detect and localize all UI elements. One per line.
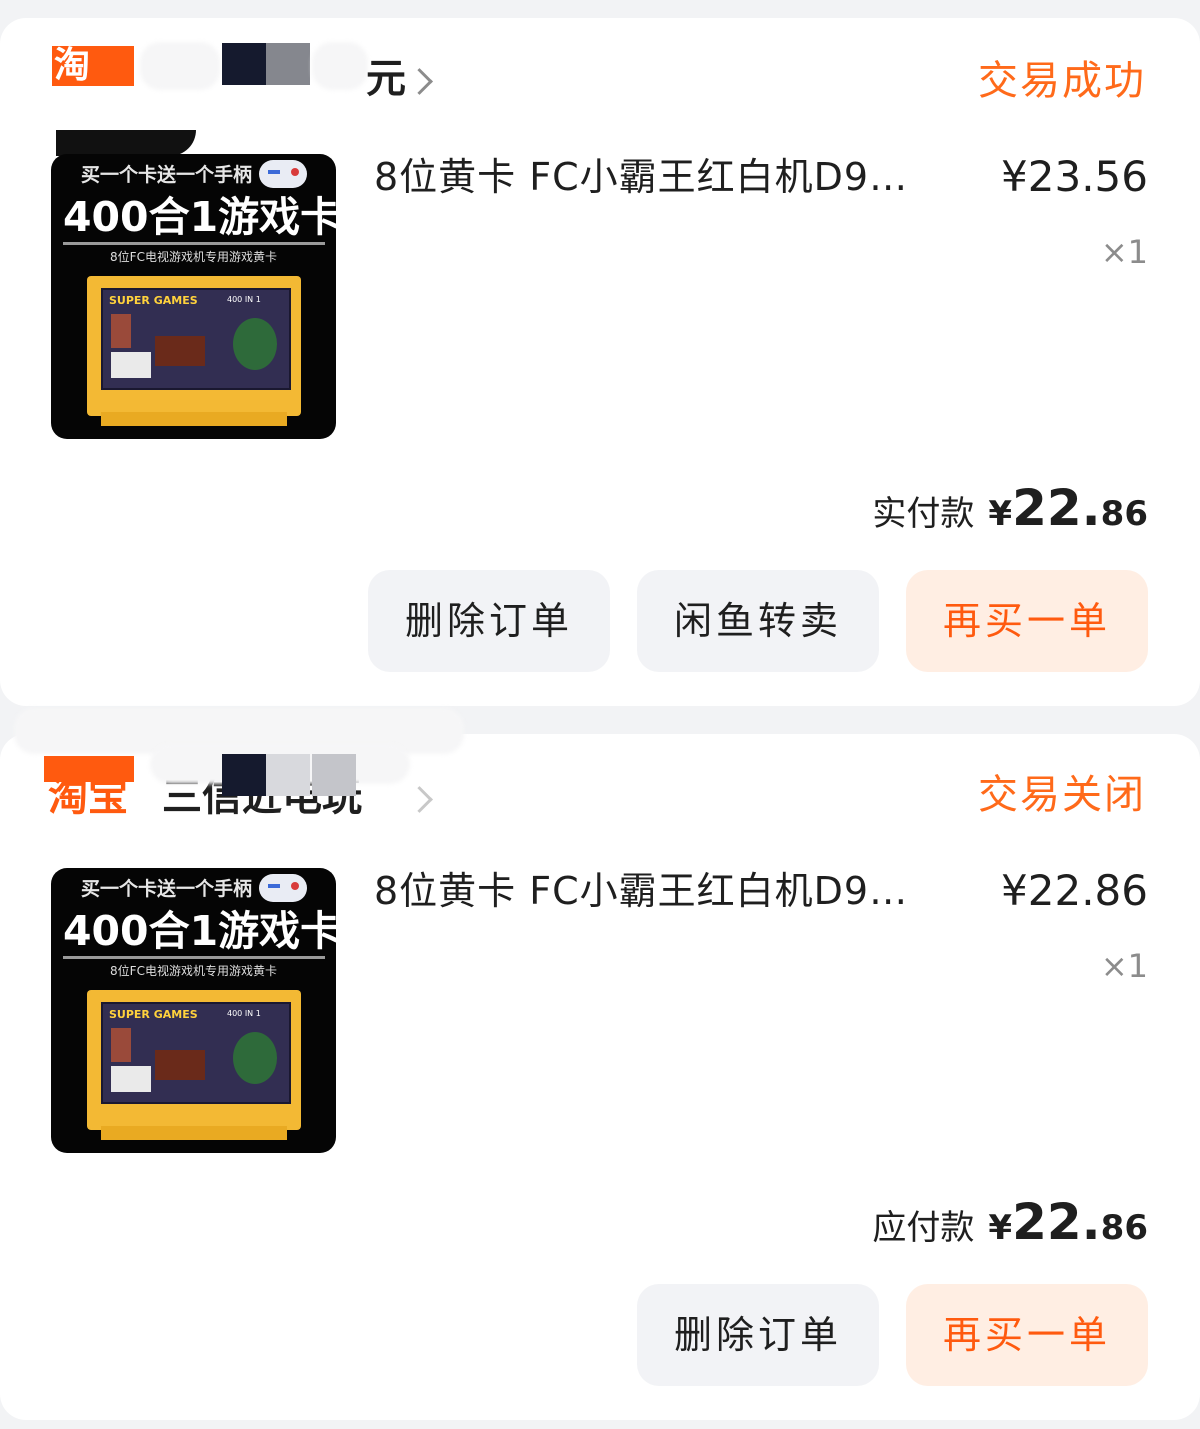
payment-summary: 应付款 ¥22.86: [872, 1192, 1148, 1264]
blurred-region: [266, 43, 310, 85]
cartridge-subtitle: 400 IN 1: [227, 1009, 261, 1018]
payment-amount-integer: 22.: [1012, 479, 1101, 537]
payment-amount-integer: 22.: [1012, 1193, 1101, 1251]
product-title[interactable]: 8位黄卡 FC小霸王红白机D9…: [374, 866, 908, 916]
product-image[interactable]: 买一个卡送一个手柄 400合1游戏卡 8位FC电视游戏机专用游戏黄卡 SUPER…: [51, 154, 336, 439]
blurred-region: [44, 756, 134, 782]
cartridge-art: [155, 336, 205, 366]
payment-currency: ¥: [988, 1208, 1013, 1248]
shop-logo[interactable]: 淘: [52, 46, 134, 86]
cartridge-art: [111, 1028, 131, 1062]
chevron-right-icon[interactable]: [406, 786, 433, 813]
order-card: 淘 元 交易成功 买一个卡送一个手柄 400合1游戏卡 8位FC电视游戏机专用游…: [0, 18, 1200, 706]
delete-order-button[interactable]: 删除订单: [368, 570, 610, 672]
shop-name[interactable]: 元: [366, 54, 406, 104]
cartridge-label: SUPER GAMES 400 IN 1: [101, 288, 291, 390]
cartridge-art: [111, 1066, 151, 1092]
buy-again-button[interactable]: 再买一单: [906, 1284, 1148, 1386]
payment-currency: ¥: [988, 494, 1013, 534]
game-cartridge: SUPER GAMES 400 IN 1: [87, 990, 301, 1140]
product-promo-text: 买一个卡送一个手柄: [81, 878, 253, 900]
payment-label: 实付款: [872, 494, 975, 534]
product-title[interactable]: 8位黄卡 FC小霸王红白机D9…: [374, 152, 908, 202]
product-promo-text: 买一个卡送一个手柄: [81, 164, 253, 186]
blurred-region: [222, 754, 266, 796]
blurred-region: [266, 754, 310, 796]
buy-again-button[interactable]: 再买一单: [906, 570, 1148, 672]
game-cartridge: SUPER GAMES 400 IN 1: [87, 276, 301, 426]
cartridge-title: SUPER GAMES: [109, 294, 198, 307]
cartridge-art: [155, 1050, 205, 1080]
blurred-region: [312, 42, 368, 90]
product-subline: 8位FC电视游戏机专用游戏黄卡: [110, 964, 277, 978]
cartridge-art: [111, 314, 131, 348]
gamepad-icon: [259, 160, 307, 188]
product-image[interactable]: 买一个卡送一个手柄 400合1游戏卡 8位FC电视游戏机专用游戏黄卡 SUPER…: [51, 868, 336, 1153]
payment-amount-decimal: 86: [1100, 494, 1148, 534]
order-card: 淘宝 三信近电玩 交易关闭 买一个卡送一个手柄 400合1游戏卡 8位FC电视游…: [0, 708, 1200, 1420]
blurred-region: [222, 43, 266, 85]
payment-label: 应付款: [872, 1208, 975, 1248]
cartridge-connector: [101, 1126, 287, 1140]
product-headline: 400合1游戏卡: [63, 907, 336, 955]
cartridge-art: [233, 1032, 277, 1084]
delete-order-button[interactable]: 删除订单: [637, 1284, 879, 1386]
blurred-region: [312, 754, 356, 796]
cartridge-subtitle: 400 IN 1: [227, 295, 261, 304]
divider: [63, 956, 325, 959]
product-price: ¥23.56: [1001, 152, 1148, 201]
product-headline: 400合1游戏卡: [63, 193, 336, 241]
xianyu-resell-button[interactable]: 闲鱼转卖: [637, 570, 879, 672]
cartridge-connector: [101, 412, 287, 426]
divider: [63, 242, 325, 245]
cartridge-label: SUPER GAMES 400 IN 1: [101, 1002, 291, 1104]
order-status: 交易成功: [978, 58, 1146, 104]
payment-amount-decimal: 86: [1100, 1208, 1148, 1248]
payment-summary: 实付款 ¥22.86: [872, 478, 1148, 550]
product-price: ¥22.86: [1001, 866, 1148, 915]
order-status: 交易关闭: [978, 772, 1146, 818]
gamepad-icon: [259, 874, 307, 902]
cartridge-title: SUPER GAMES: [109, 1008, 198, 1021]
product-quantity: ×1: [1100, 233, 1148, 271]
product-quantity: ×1: [1100, 947, 1148, 985]
blurred-region: [56, 130, 196, 156]
chevron-right-icon[interactable]: [406, 68, 433, 95]
cartridge-art: [233, 318, 277, 370]
blurred-region: [140, 42, 220, 90]
product-subline: 8位FC电视游戏机专用游戏黄卡: [110, 250, 277, 264]
cartridge-art: [111, 352, 151, 378]
